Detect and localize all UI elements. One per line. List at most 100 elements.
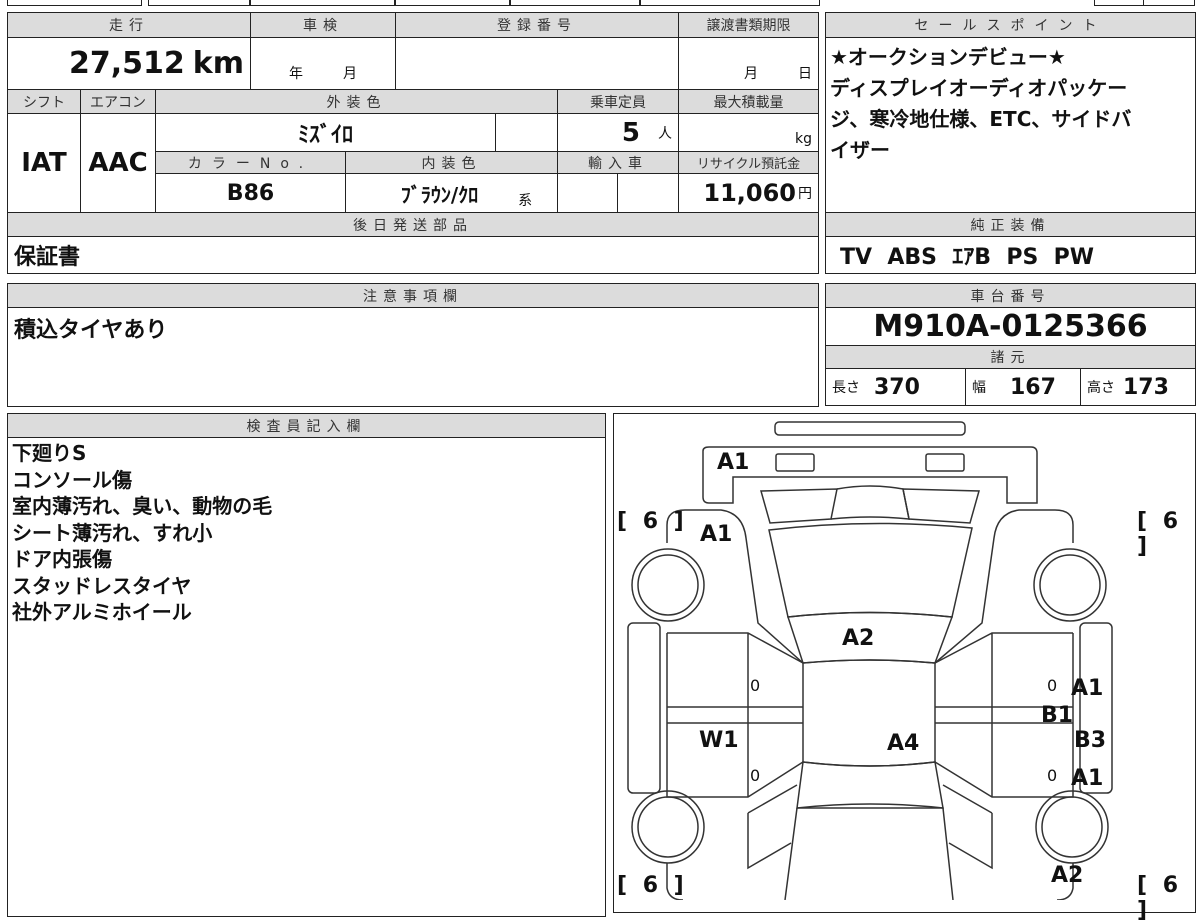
car-outline-diagram (627, 421, 1113, 900)
tread-rear-right: [ 6 ] (1137, 873, 1183, 923)
transfer-month-unit: 月 (744, 66, 758, 82)
standard-equipment-value: TV ABS ｴｱB PS PW (825, 236, 1196, 274)
interior-color-value: ﾌﾞﾗｳﾝ/ｸﾛ 系 (345, 173, 558, 213)
clipped-header-cell (640, 0, 820, 6)
specs-height: 高さ 173 (1080, 368, 1196, 406)
transfer-deadline-value: 月 日 (678, 37, 819, 90)
inspection-month-unit: 月 (343, 66, 357, 82)
specs-width-value: 167 (1010, 374, 1056, 400)
tread-front-left: [ 6 ] (617, 509, 688, 534)
later-parts-label: 後日発送部品 (7, 212, 819, 237)
clipped-header-cell (510, 0, 640, 6)
inspection-value: 年 月 (250, 37, 396, 90)
specs-label: 諸元 (825, 345, 1196, 369)
exterior-color-label: 外装色 (155, 89, 558, 114)
sales-point-line: イザー (830, 138, 890, 162)
specs-height-label: 高さ (1087, 380, 1115, 396)
inspector-line: シート薄汚れ、すれ小 (12, 520, 213, 545)
color-no-value: B86 (155, 173, 346, 213)
odometer-number: 27,512 (69, 46, 185, 81)
sales-point-line: ディスプレイオーディオパッケー (830, 76, 1128, 100)
rear-window-shape (796, 761, 944, 809)
clipped-header-cell (148, 0, 250, 6)
tread-front-right: [ 6 ] (1137, 509, 1183, 559)
interior-color-suffix: 系 (518, 193, 533, 209)
odometer-value: 27,512 km (7, 37, 251, 90)
recycle-fee-number: 11,060 (703, 179, 796, 207)
inspection-year-unit: 年 (289, 66, 303, 82)
recycle-fee-label: リサイクル預託金 (678, 151, 819, 174)
color-no-label: カラーNo. (155, 151, 346, 174)
right-rear-door-marker: 0 (1047, 766, 1058, 785)
notes-label: 注意事項欄 (7, 283, 819, 308)
registration-value (395, 37, 679, 90)
inspection-label: 車検 (250, 12, 396, 38)
front-panel-shape (702, 446, 1038, 504)
capacity-unit: 人 (658, 125, 672, 142)
damage-front-left-fender: A1 (700, 522, 733, 547)
damage-front-bumper: A1 (717, 450, 750, 475)
odometer-unit: km (192, 46, 244, 81)
wheel-front-right (1033, 548, 1107, 622)
inspector-line: ドア内張傷 (12, 547, 112, 571)
inspector-line: 社外アルミホイール (12, 600, 192, 624)
damage-right-rear-door: A1 (1071, 766, 1104, 791)
capacity-label: 乗車定員 (557, 89, 679, 114)
fog-lamp-left (775, 453, 815, 472)
left-sill (627, 622, 661, 794)
registration-label: 登録番号 (395, 12, 679, 38)
clipped-header-cell (7, 0, 142, 6)
tread-rear-left: [ 6 ] (617, 873, 688, 898)
damage-windshield: A2 (842, 626, 875, 651)
chassis-number-label: 車台番号 (825, 283, 1196, 308)
sales-point-line: ★オークションデビュー★ (830, 45, 1066, 69)
specs-length-value: 370 (874, 374, 920, 400)
transfer-day-unit: 日 (798, 66, 812, 82)
interior-color-label: 内装色 (345, 151, 558, 174)
exterior-color-value: ﾐｽﾞｲﾛ (155, 113, 496, 152)
sales-points-body: ★オークションデビュー★ ディスプレイオーディオパッケー ジ、寒冷地仕様、ETC… (825, 37, 1196, 213)
transfer-deadline-label: 譲渡書類期限 (678, 12, 819, 38)
headlight-right (902, 488, 980, 524)
recycle-fee-value: 11,060 円 (678, 173, 819, 213)
sales-point-line: ジ、寒冷地仕様、ETC、サイドバ (830, 107, 1132, 131)
specs-width-label: 幅 (972, 380, 986, 396)
damage-right-front-door: A1 (1071, 676, 1104, 701)
max-load-unit: kg (795, 131, 812, 147)
wheel-front-left (631, 548, 705, 622)
capacity-number: 5 (621, 117, 640, 148)
notes-value: 積込タイヤあり (7, 307, 819, 407)
damage-left-rear-door: W1 (699, 728, 739, 753)
inspector-notes: 下廻りS コンソール傷 室内薄汚れ、臭い、動物の毛 シート薄汚れ、すれ小 ドア内… (12, 440, 272, 626)
left-rear-door-marker: 0 (750, 766, 761, 785)
headlight-left (760, 488, 838, 524)
capacity-value: 5 人 (557, 113, 679, 152)
wheel-rear-left (631, 790, 705, 864)
specs-length-label: 長さ (832, 380, 860, 396)
exterior-color-extra (495, 113, 558, 152)
aircon-label: エアコン (80, 89, 156, 114)
imported-label: 輸入車 (557, 151, 679, 174)
recycle-fee-unit: 円 (798, 186, 812, 202)
wheel-rear-right (1035, 790, 1109, 864)
inspector-line: コンソール傷 (12, 467, 132, 492)
specs-width: 幅 167 (965, 368, 1081, 406)
shift-value: IAT (7, 113, 81, 213)
later-parts-value: 保証書 (7, 236, 819, 274)
inspector-label: 検査員記入欄 (7, 413, 606, 438)
hood-shape (768, 522, 973, 618)
odometer-label: 走行 (7, 12, 251, 38)
sales-points-label: セールスポイント (825, 12, 1196, 38)
shift-label: シフト (7, 89, 81, 114)
specs-length: 長さ 370 (825, 368, 966, 406)
chassis-number-value: M910A-0125366 (825, 307, 1196, 346)
left-front-door-marker: 0 (750, 676, 761, 695)
damage-right-rear: B3 (1074, 728, 1107, 753)
trunk-shape (784, 807, 954, 900)
inspector-line: 下廻りS (12, 441, 87, 465)
interior-color-text: ﾌﾞﾗｳﾝ/ｸﾛ (400, 182, 479, 207)
fog-lamp-right (925, 453, 965, 472)
max-load-label: 最大積載量 (678, 89, 819, 114)
front-bumper-shape (774, 421, 966, 436)
imported-value-2 (617, 173, 679, 213)
